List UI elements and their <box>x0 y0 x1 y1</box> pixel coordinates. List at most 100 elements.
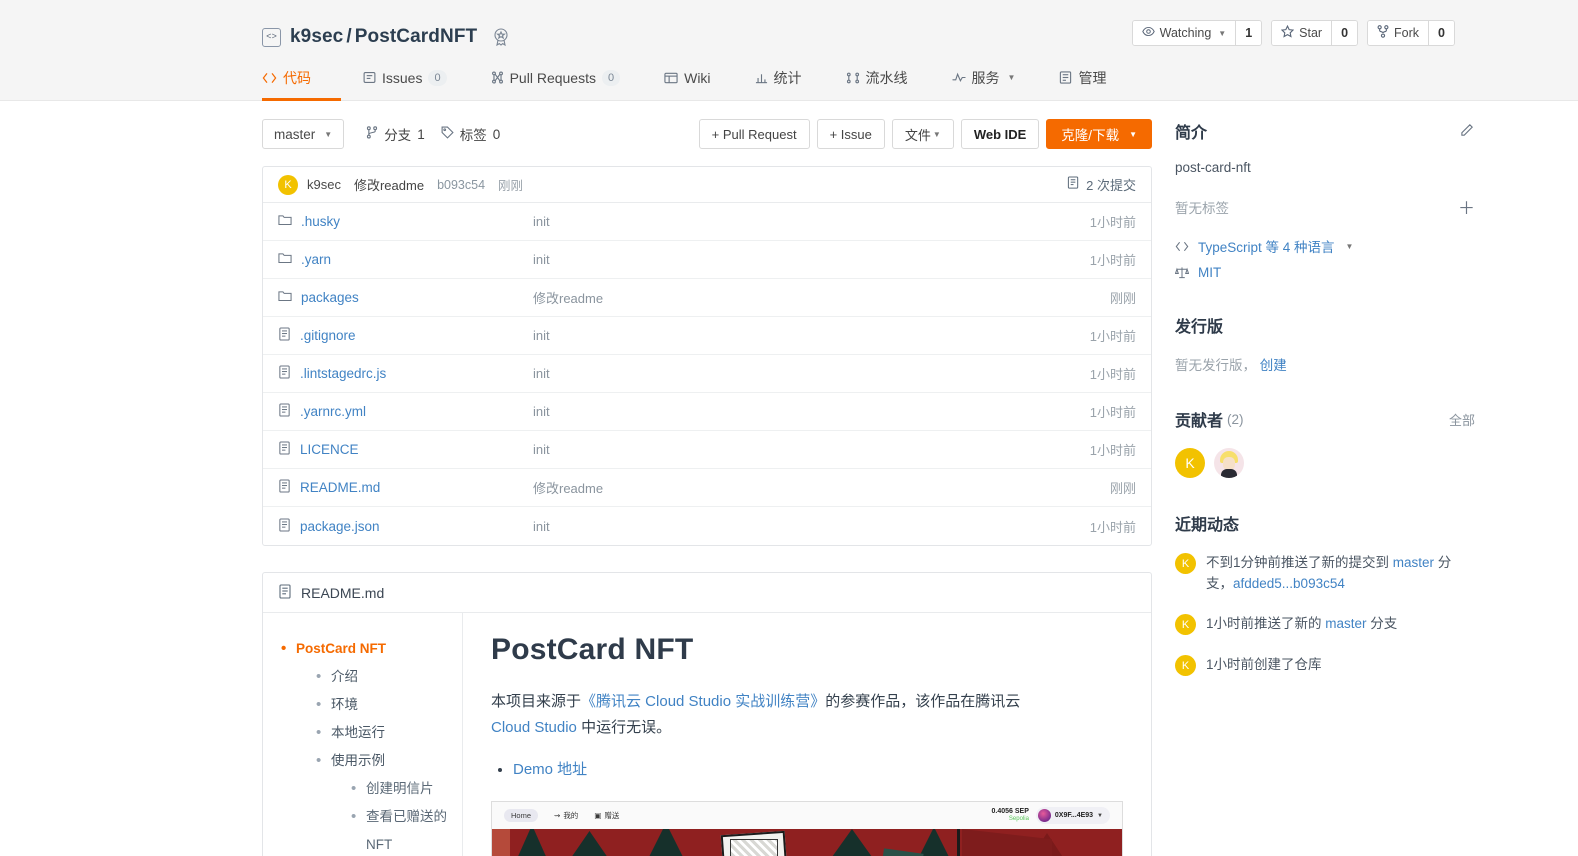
star-button[interactable]: Star <box>1272 21 1332 45</box>
file-commit-message[interactable]: init <box>533 328 1090 343</box>
chevron-down-icon: ▼ <box>1218 28 1227 38</box>
commit-author-link[interactable]: k9sec <box>307 177 341 192</box>
document-icon <box>278 327 291 344</box>
star-count[interactable]: 0 <box>1331 21 1358 45</box>
activity-branch-link[interactable]: master <box>1393 555 1434 570</box>
tab-wiki[interactable]: Wiki <box>642 57 732 101</box>
new-issue-button[interactable]: + Issue <box>816 119 885 149</box>
table-row[interactable]: README.md 修改readme 刚刚 <box>263 469 1151 507</box>
create-release-link[interactable]: 创建 <box>1260 358 1287 373</box>
paragraph-text-middle: 的参赛作品，该作品在腾讯云 <box>825 693 1021 710</box>
chevron-down-icon: ▼ <box>1345 241 1354 251</box>
table-row[interactable]: LICENCE init 1小时前 <box>263 431 1151 469</box>
page-title: PostCard NFT <box>491 633 694 666</box>
repo-toolbar: master ▼ 分支 1 标签 0 + Pull Request + Issu… <box>262 119 1152 149</box>
star-label: Star <box>1299 26 1323 40</box>
readme-content: PostCard NFT 本项目来源于《腾讯云 Cloud Studio 实战训… <box>463 613 1151 856</box>
training-camp-link[interactable]: 《腾讯云 Cloud Studio 实战训练营》 <box>581 693 825 710</box>
branches-link[interactable]: 分支 1 <box>366 124 425 144</box>
about-language-row[interactable]: TypeScript 等 4 种语言 ▼ <box>1175 236 1475 256</box>
readme-demo-screenshot: Home ⇝ 我的 ▣ 赠送 0.4056 SEP Sepolia 0X9F..… <box>491 801 1123 856</box>
file-name-cell: .husky <box>278 214 533 229</box>
file-commit-message[interactable]: init <box>533 252 1090 267</box>
file-link[interactable]: .yarn <box>301 252 331 267</box>
activity-branch-link[interactable]: master <box>1325 616 1366 631</box>
file-link[interactable]: .yarnrc.yml <box>300 404 366 419</box>
avatar[interactable]: K <box>1175 448 1205 478</box>
tab-pull-requests[interactable]: Pull Requests 0 <box>469 57 643 101</box>
file-commit-message[interactable]: 修改readme <box>533 288 1110 307</box>
branch-selector[interactable]: master ▼ <box>262 119 345 149</box>
toc-item-root[interactable]: PostCard NFT 介绍 环境 本地运行 使用示例 创建明信片 查看已赠送… <box>279 635 462 856</box>
file-commit-message[interactable]: init <box>533 366 1090 381</box>
fork-count[interactable]: 0 <box>1428 21 1454 45</box>
watch-button[interactable]: Watching ▼ <box>1132 21 1236 45</box>
tab-statistics[interactable]: 统计 <box>733 57 824 101</box>
demo-nav-mine-label: 我的 <box>563 811 579 820</box>
file-link[interactable]: package.json <box>300 519 380 534</box>
repo-name-link[interactable]: PostCardNFT <box>355 26 478 47</box>
star-button-group[interactable]: Star 0 <box>1271 20 1359 46</box>
list-item: K 1小时前创建了仓库 <box>1175 654 1475 676</box>
activity-compare-link[interactable]: afdded5...b093c54 <box>1233 576 1345 591</box>
commit-list-icon <box>1067 176 1080 193</box>
avatar[interactable] <box>1214 448 1244 478</box>
new-pull-request-button[interactable]: + Pull Request <box>698 119 810 149</box>
file-commit-message[interactable]: 修改readme <box>533 478 1110 497</box>
award-badge-icon[interactable] <box>491 27 511 47</box>
file-link[interactable]: README.md <box>300 480 380 495</box>
file-commit-message[interactable]: init <box>533 442 1090 457</box>
tab-code[interactable]: 代码 <box>262 57 341 101</box>
table-row[interactable]: packages 修改readme 刚刚 <box>263 279 1151 317</box>
edit-pencil-icon[interactable] <box>1460 122 1475 140</box>
web-ide-button[interactable]: Web IDE <box>960 119 1040 149</box>
file-link[interactable]: LICENCE <box>300 442 359 457</box>
commit-message-link[interactable]: 修改readme <box>354 175 424 194</box>
file-link[interactable]: .lintstagedrc.js <box>300 366 386 381</box>
demo-network-label: Sepolia <box>1008 816 1029 823</box>
plus-icon[interactable]: ＋ <box>1458 194 1475 219</box>
cloud-studio-link[interactable]: Cloud Studio <box>491 719 577 736</box>
toc-item[interactable]: 环境 <box>314 691 462 719</box>
clone-download-button[interactable]: 克隆/下载 ▼ <box>1046 119 1152 149</box>
commits-count-link[interactable]: 2 次提交 <box>1067 175 1136 194</box>
repo-owner-link[interactable]: k9sec <box>290 26 343 47</box>
watch-button-group[interactable]: Watching ▼ 1 <box>1131 20 1263 46</box>
table-row[interactable]: .husky init 1小时前 <box>263 203 1151 241</box>
watch-count[interactable]: 1 <box>1235 21 1262 45</box>
about-license-row[interactable]: MIT <box>1175 265 1475 280</box>
table-row[interactable]: package.json init 1小时前 <box>263 507 1151 545</box>
file-link[interactable]: .gitignore <box>300 328 356 343</box>
files-button[interactable]: 文件 ▼ <box>891 119 954 149</box>
toc-item[interactable]: 查看已赠送的 NFT <box>349 803 462 856</box>
fork-button[interactable]: Fork <box>1368 21 1429 45</box>
file-commit-message[interactable]: init <box>533 214 1090 229</box>
tab-services[interactable]: 服务 ▼ <box>930 57 1038 101</box>
commit-sha[interactable]: b093c54 <box>437 178 485 192</box>
fork-button-group[interactable]: Fork 0 <box>1367 20 1455 46</box>
tags-link[interactable]: 标签 0 <box>441 124 500 144</box>
toolbar-right-actions: + Pull Request + Issue 文件 ▼ Web IDE 克隆/下… <box>692 119 1152 149</box>
tab-pipeline[interactable]: 流水线 <box>824 57 930 101</box>
avatar[interactable]: K <box>1175 553 1196 574</box>
file-commit-message[interactable]: init <box>533 404 1090 419</box>
main-column: master ▼ 分支 1 标签 0 + Pull Request + Issu… <box>262 119 1152 856</box>
table-row[interactable]: .gitignore init 1小时前 <box>263 317 1151 355</box>
code-icon <box>1175 241 1189 252</box>
avatar[interactable]: K <box>1175 655 1196 676</box>
table-row[interactable]: .yarnrc.yml init 1小时前 <box>263 393 1151 431</box>
avatar[interactable]: K <box>1175 614 1196 635</box>
tab-issues[interactable]: Issues 0 <box>341 57 469 101</box>
file-link[interactable]: .husky <box>301 214 340 229</box>
file-commit-message[interactable]: init <box>533 519 1090 534</box>
file-link[interactable]: packages <box>301 290 359 305</box>
table-row[interactable]: .lintstagedrc.js init 1小时前 <box>263 355 1151 393</box>
toc-item[interactable]: 本地运行 <box>314 719 462 747</box>
table-row[interactable]: .yarn init 1小时前 <box>263 241 1151 279</box>
toc-item[interactable]: 使用示例 创建明信片 查看已赠送的 NFT 查看收到的 NFT <box>314 747 462 856</box>
contributors-all-link[interactable]: 全部 <box>1449 410 1475 429</box>
toc-item[interactable]: 创建明信片 <box>349 775 462 803</box>
toc-item[interactable]: 介绍 <box>314 663 462 691</box>
tab-manage[interactable]: 管理 <box>1037 57 1128 101</box>
demo-link[interactable]: Demo 地址 <box>513 761 587 778</box>
